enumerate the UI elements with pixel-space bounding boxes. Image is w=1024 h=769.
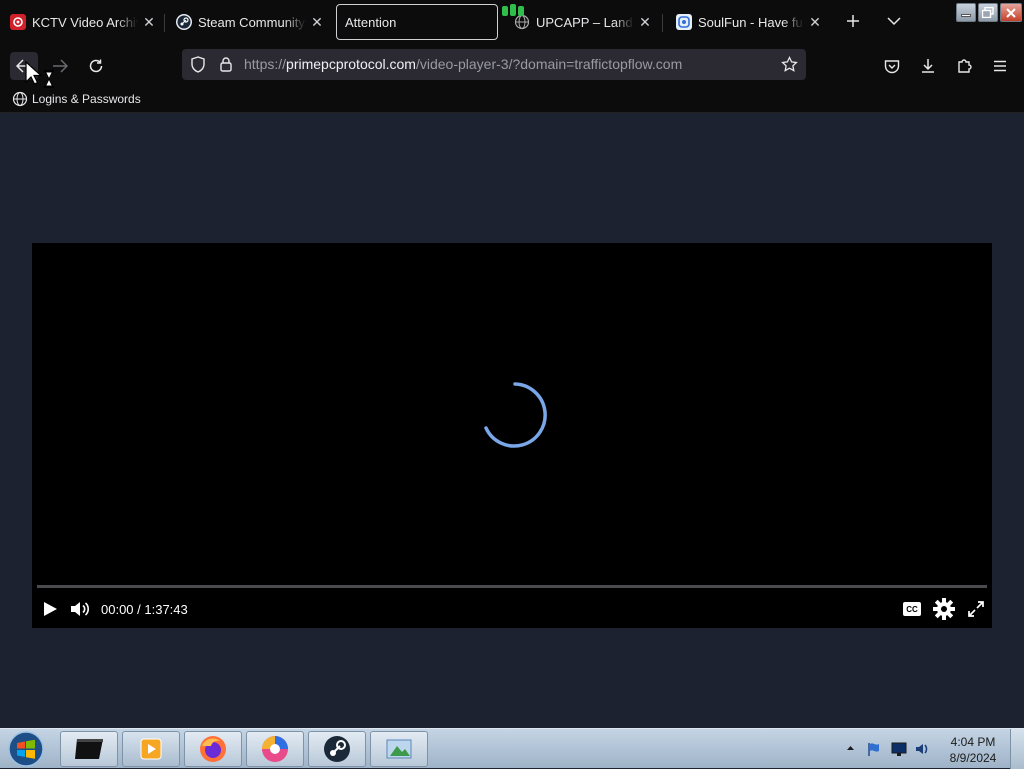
flag-icon[interactable] <box>866 741 882 757</box>
windows-orb-icon <box>8 731 44 767</box>
puzzle-icon <box>958 59 972 73</box>
tab-title: UPCAPP – Landings <box>536 14 634 30</box>
video-player[interactable]: 00:00 / 1:37:43 CC <box>32 243 992 628</box>
tab-title: Steam Community :: <box>198 14 306 30</box>
busy-cursor-icon <box>25 60 54 88</box>
page-content: 00:00 / 1:37:43 CC <box>0 113 1024 728</box>
bookmark-star-icon[interactable] <box>781 56 798 73</box>
tab-attention[interactable]: Attention <box>336 4 498 40</box>
reload-button[interactable] <box>82 52 110 80</box>
image-viewer-icon <box>386 739 412 759</box>
swirl-browser-icon <box>262 736 288 762</box>
taskbar-media-player[interactable] <box>122 731 180 767</box>
taskbar-command-prompt[interactable] <box>60 731 118 767</box>
restore-icon <box>982 7 994 18</box>
extensions-button[interactable] <box>950 52 978 80</box>
steam-favicon-icon <box>176 14 192 30</box>
bookmarks-toolbar: Logins & Passwords <box>0 86 1024 113</box>
plus-icon <box>847 15 859 27</box>
taskbar: 4:04 PM 8/9/2024 <box>0 728 1024 769</box>
new-tab-button[interactable] <box>840 8 866 34</box>
pocket-button[interactable] <box>878 52 906 80</box>
tab-separator <box>662 14 663 32</box>
tab-title: Attention <box>345 14 397 30</box>
clock-time: 4:04 PM <box>950 735 996 749</box>
tab-bar: KCTV Video Archive ✕ Steam Community :: … <box>0 0 1024 44</box>
tab-indicator-icon <box>502 4 524 16</box>
url-scheme: https:// <box>244 56 287 72</box>
list-all-tabs-button[interactable] <box>881 8 907 34</box>
clock[interactable]: 4:04 PM 8/9/2024 <box>942 734 1004 766</box>
show-hidden-icons-icon[interactable] <box>846 744 855 752</box>
tracking-protection-shield-icon[interactable] <box>190 56 206 73</box>
minimize-button[interactable] <box>956 3 976 22</box>
time-display: 00:00 / 1:37:43 <box>101 602 188 617</box>
volume-tray-icon[interactable] <box>914 741 932 757</box>
navigation-toolbar: https://primepcprotocol.com/video-player… <box>0 44 1024 86</box>
show-desktop-button[interactable] <box>1010 729 1024 769</box>
hamburger-menu-icon <box>994 60 1006 72</box>
soulfun-favicon-icon <box>676 14 692 30</box>
tab-kctv[interactable]: KCTV Video Archive ✕ <box>0 4 160 40</box>
captions-button[interactable]: CC <box>902 597 922 621</box>
tab-close-icon[interactable]: ✕ <box>306 14 328 31</box>
tab-close-icon[interactable]: ✕ <box>138 14 160 31</box>
play-button[interactable] <box>38 597 62 621</box>
tab-title: SoulFun - Have fun w <box>698 14 804 30</box>
tab-close-icon[interactable]: ✕ <box>634 14 656 31</box>
url-text[interactable]: https://primepcprotocol.com/video-player… <box>244 56 682 72</box>
bookmark-logins-passwords[interactable]: Logins & Passwords <box>12 91 141 107</box>
kctv-favicon-icon <box>10 14 26 30</box>
minimize-icon <box>961 14 971 17</box>
clock-date: 8/9/2024 <box>949 751 997 765</box>
gear-icon <box>933 598 955 620</box>
start-button[interactable] <box>5 731 47 767</box>
close-window-button[interactable] <box>1000 3 1022 22</box>
globe-icon <box>12 91 28 107</box>
reload-icon <box>89 59 103 73</box>
window-controls <box>956 3 1022 22</box>
app-menu-button[interactable] <box>986 52 1014 80</box>
tab-title: KCTV Video Archive <box>32 14 138 30</box>
terminal-icon <box>75 739 103 759</box>
lock-icon[interactable] <box>219 56 233 72</box>
media-player-icon <box>140 738 162 760</box>
volume-icon <box>71 602 90 616</box>
network-icon[interactable] <box>890 741 908 757</box>
fullscreen-button[interactable] <box>964 597 988 621</box>
video-progress-bar[interactable] <box>37 585 987 588</box>
taskbar-browser-swirl[interactable] <box>246 731 304 767</box>
taskbar-firefox[interactable] <box>184 731 242 767</box>
tab-soulfun[interactable]: SoulFun - Have fun w ✕ <box>666 4 826 40</box>
close-icon <box>1006 7 1016 18</box>
restore-button[interactable] <box>978 3 998 22</box>
address-bar[interactable]: https://primepcprotocol.com/video-player… <box>182 49 806 80</box>
player-controls: 00:00 / 1:37:43 CC <box>32 593 992 625</box>
pocket-icon <box>884 59 900 73</box>
tab-separator <box>164 14 165 32</box>
download-icon <box>922 59 934 73</box>
steam-icon <box>324 736 350 762</box>
taskbar-image-viewer[interactable] <box>370 731 428 767</box>
mute-button[interactable] <box>68 597 92 621</box>
bookmark-label: Logins & Passwords <box>32 92 141 106</box>
taskbar-steam[interactable] <box>308 731 366 767</box>
play-icon <box>44 602 57 616</box>
downloads-button[interactable] <box>914 52 942 80</box>
url-host: primepcprotocol.com <box>286 56 416 72</box>
url-path: /video-player-3/?domain=traffictopflow.c… <box>415 56 683 72</box>
cc-icon: CC <box>903 602 921 616</box>
chevron-down-icon <box>887 17 901 26</box>
tab-close-icon[interactable]: ✕ <box>804 14 826 31</box>
firefox-icon <box>200 736 226 762</box>
fullscreen-icon <box>968 601 984 617</box>
loading-spinner-icon <box>484 382 547 448</box>
settings-button[interactable] <box>932 597 956 621</box>
tab-steam[interactable]: Steam Community :: ✕ <box>166 4 328 40</box>
